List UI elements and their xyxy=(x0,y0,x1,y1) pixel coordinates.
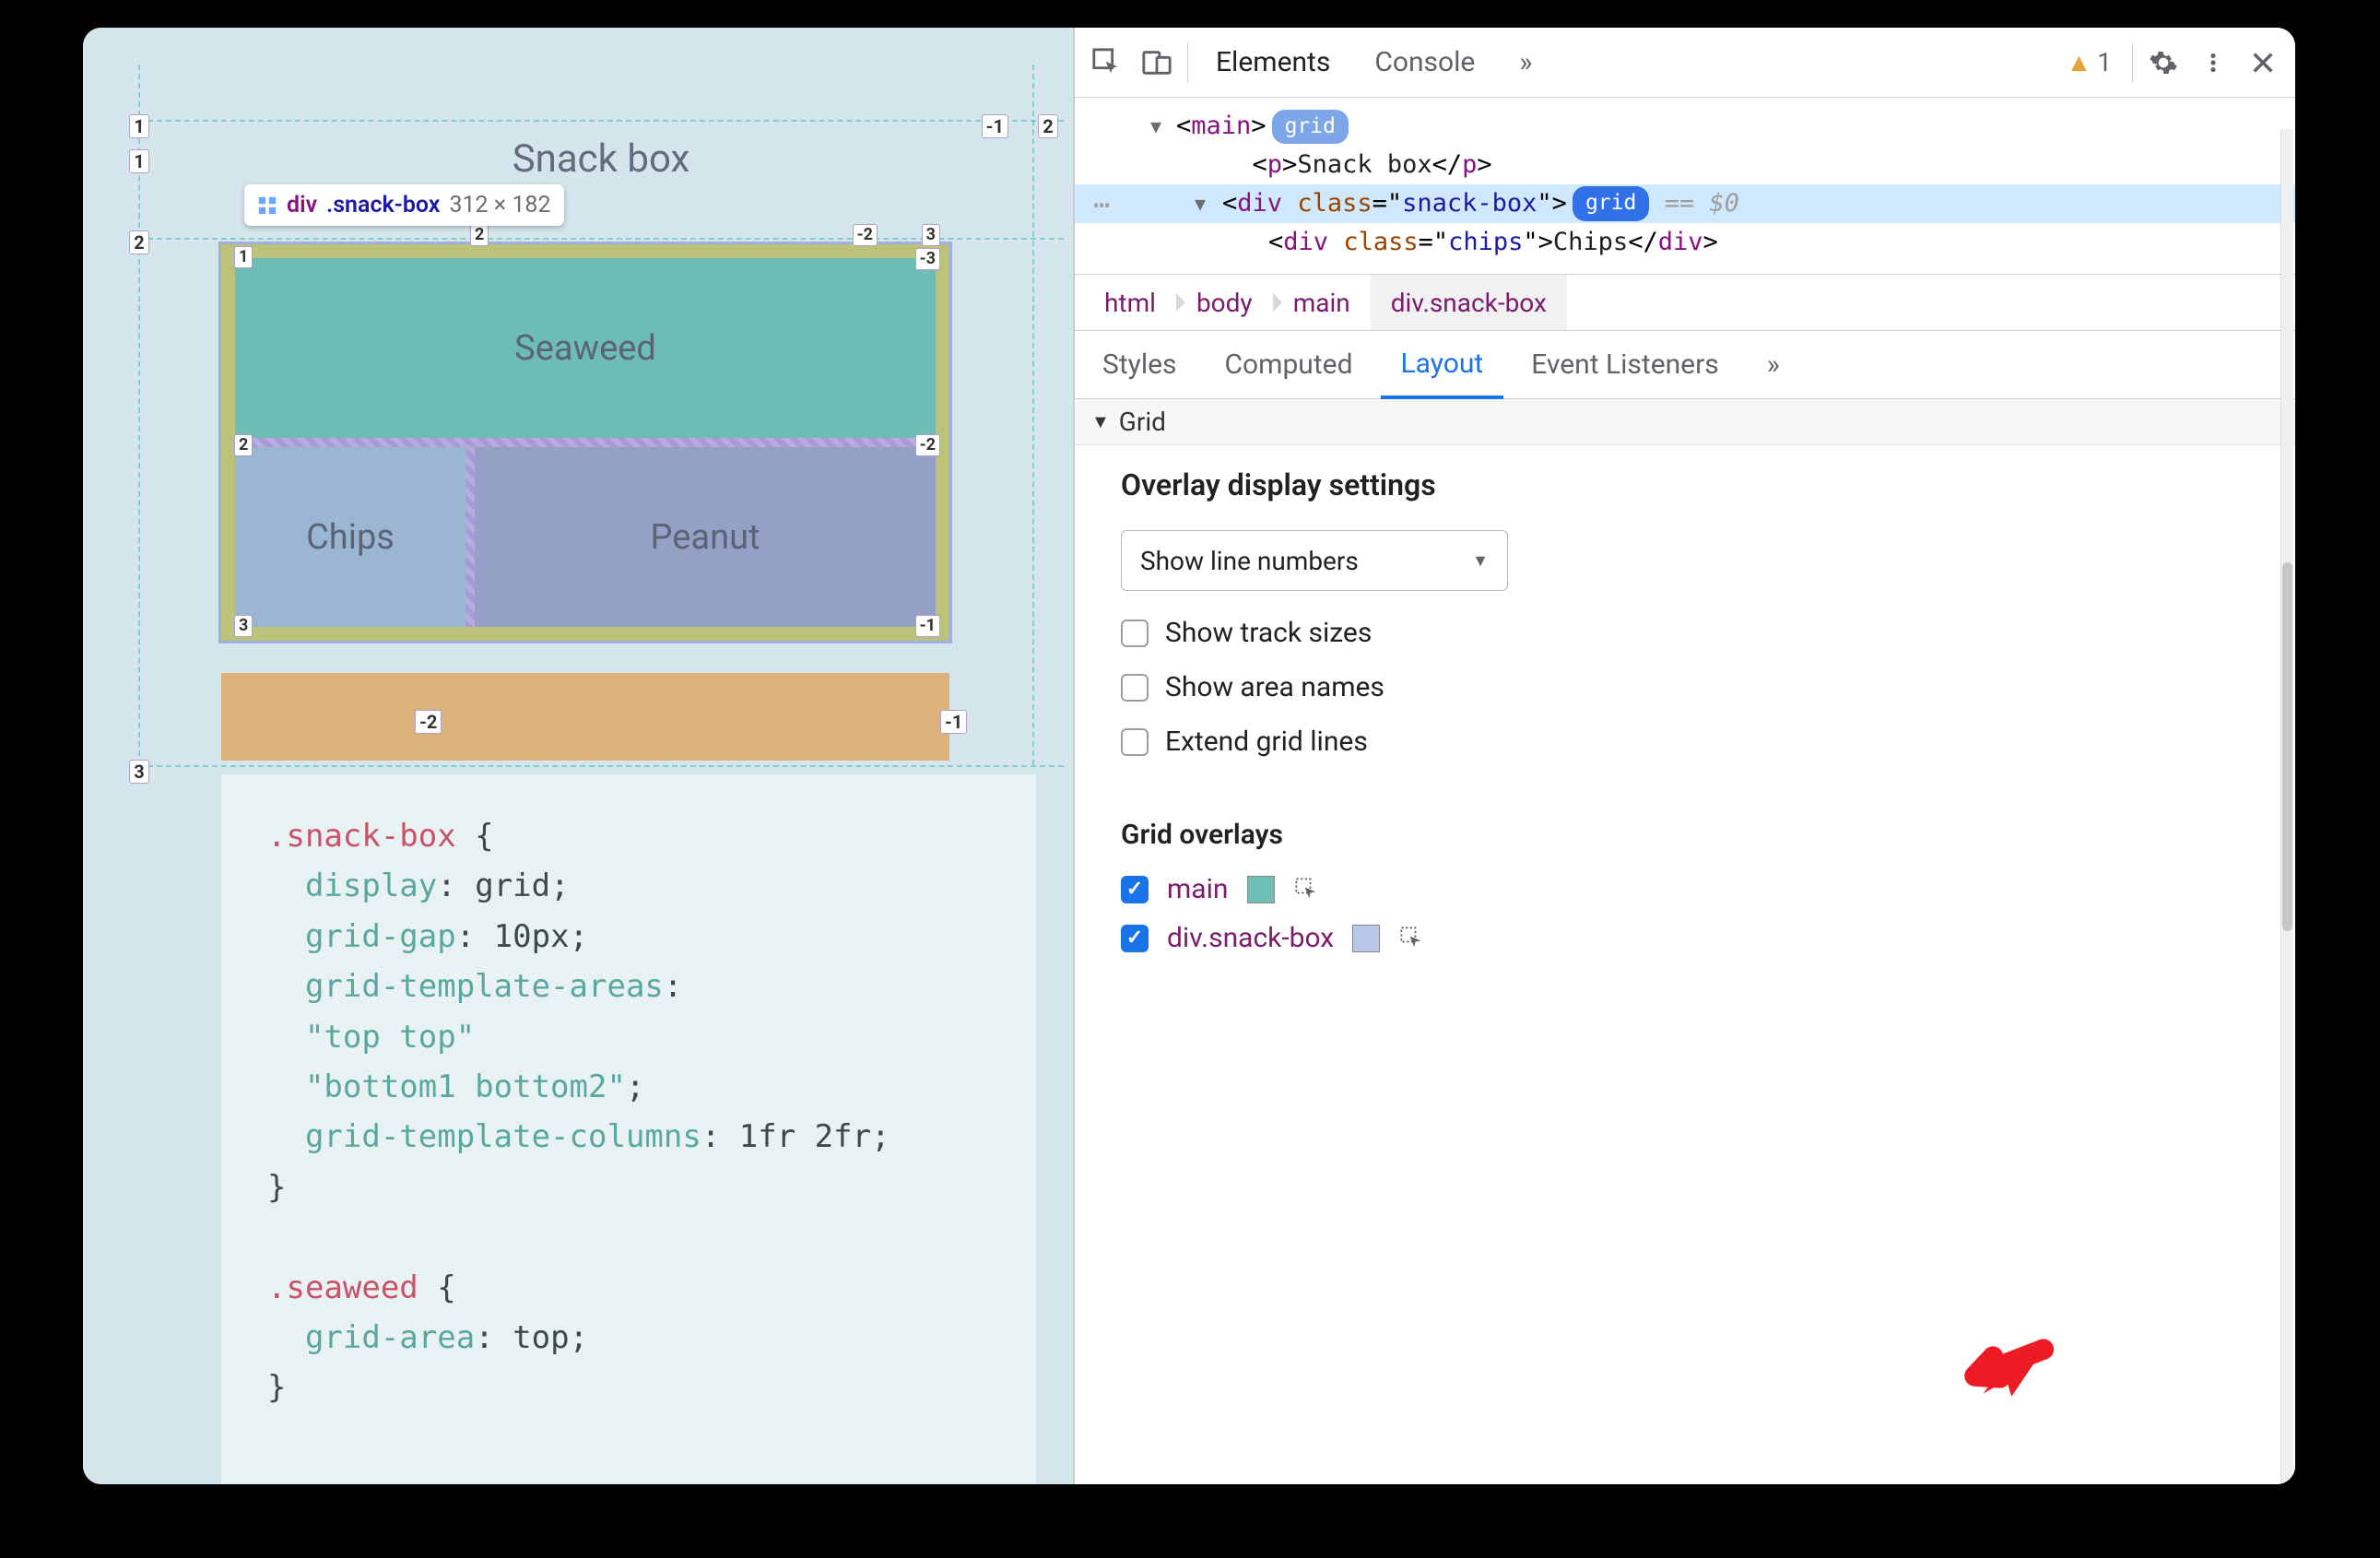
dom-tree[interactable]: ▼ <main>grid <p>Snack box</p> ⋯ ▼ <div c… xyxy=(1075,98,2295,274)
breadcrumb-item[interactable]: body xyxy=(1176,275,1273,330)
grid-line-number: -1 xyxy=(940,710,967,734)
grid-cell-seaweed: Seaweed xyxy=(235,258,936,438)
checkbox-track-sizes[interactable] xyxy=(1121,620,1149,647)
grid-cell-peanut: Peanut xyxy=(475,447,936,627)
grid-section-header[interactable]: ▼ Grid xyxy=(1075,399,2295,445)
chevron-down-icon: ▼ xyxy=(1091,410,1110,433)
grid-inner-number: -1 xyxy=(915,615,940,637)
snack-box-grid[interactable]: Seaweed Chips Peanut 1 2 -2 3 -3 2 -2 xyxy=(221,244,949,641)
grid-inner-number: 3 xyxy=(922,224,940,246)
tab-console[interactable]: Console xyxy=(1358,28,1491,97)
device-toolbar-icon[interactable] xyxy=(1137,43,1176,82)
overlay-name[interactable]: main xyxy=(1167,873,1229,905)
checkbox-overlay-snackbox[interactable]: ✓ xyxy=(1121,925,1149,952)
tab-elements[interactable]: Elements xyxy=(1199,28,1347,97)
grid-line-number: -2 xyxy=(415,710,442,734)
vertical-scrollbar[interactable] xyxy=(2280,129,2293,1484)
color-swatch[interactable] xyxy=(1247,876,1275,903)
checkbox-label: Extend grid lines xyxy=(1165,726,1368,758)
grid-line-number: 1 xyxy=(129,114,149,138)
grid-line-number: 2 xyxy=(1038,114,1058,138)
grid-gap-horizontal xyxy=(235,438,936,447)
color-swatch[interactable] xyxy=(1352,925,1380,952)
tab-more[interactable]: » xyxy=(1747,331,1800,398)
devtools-window: 1 -1 2 1 2 3 Snack box div.snack-box 312… xyxy=(83,28,2295,1484)
grid-inner-number: 3 xyxy=(234,615,253,637)
grid-inner-number: -2 xyxy=(915,434,940,456)
tooltip-class: .snack-box xyxy=(326,192,440,218)
kebab-menu-icon[interactable] xyxy=(2194,43,2233,82)
overlay-row-snackbox: ✓ div.snack-box xyxy=(1121,922,2249,954)
tab-computed[interactable]: Computed xyxy=(1205,331,1373,398)
dom-node-snack-box[interactable]: ⋯ ▼ <div class="snack-box">grid == $0 xyxy=(1075,184,2295,223)
element-tooltip: div .snack-box 312 × 182 xyxy=(244,184,564,226)
dom-node-main[interactable]: ▼ <main>grid xyxy=(1075,107,2295,146)
page-preview-pane: 1 -1 2 1 2 3 Snack box div .snack-box 312… xyxy=(83,28,1074,1484)
breadcrumb: html body main div.snack-box xyxy=(1075,274,2295,331)
devtools-toolbar: Elements Console » ▲ 1 xyxy=(1075,28,2295,98)
dom-node-chips[interactable]: <div class="chips">Chips</div> xyxy=(1075,223,2295,262)
grid-badge[interactable]: grid xyxy=(1272,110,1349,145)
highlight-element-icon[interactable] xyxy=(1398,925,1426,952)
overlay-row-main: ✓ main xyxy=(1121,873,2249,905)
checkbox-area-names[interactable] xyxy=(1121,674,1149,702)
grid-line-number: -1 xyxy=(982,114,1008,138)
scrollbar-thumb[interactable] xyxy=(2282,562,2292,931)
overlay-name[interactable]: div.snack-box xyxy=(1167,922,1334,954)
warning-icon: ▲ xyxy=(2067,47,2092,77)
line-numbers-select[interactable]: Show line numbers ▼ xyxy=(1121,530,1508,591)
tab-more[interactable]: » xyxy=(1502,28,1549,97)
tab-layout[interactable]: Layout xyxy=(1381,332,1504,399)
grid-inner-number: -3 xyxy=(915,248,940,270)
grid-inner-number: 2 xyxy=(234,434,253,456)
checkbox-label: Show area names xyxy=(1165,671,1384,703)
breadcrumb-item[interactable]: html xyxy=(1084,275,1176,330)
chevron-down-icon: ▼ xyxy=(1472,551,1489,571)
grid-icon xyxy=(257,195,277,216)
devtools-panel: Elements Console » ▲ 1 ▼ <main>grid xyxy=(1074,28,2295,1484)
inspect-element-icon[interactable] xyxy=(1088,43,1126,82)
grid-badge[interactable]: grid xyxy=(1573,186,1649,221)
close-icon[interactable] xyxy=(2244,43,2282,82)
highlight-element-icon[interactable] xyxy=(1293,876,1321,903)
grid-inner-number: 2 xyxy=(470,224,489,246)
styles-tabbar: Styles Computed Layout Event Listeners » xyxy=(1075,331,2295,399)
css-code-block: .snack-box { display: grid; grid-gap: 10… xyxy=(221,774,1036,1484)
warning-badge[interactable]: ▲ 1 xyxy=(2057,47,2121,77)
tab-styles[interactable]: Styles xyxy=(1082,331,1197,398)
breadcrumb-item[interactable]: div.snack-box xyxy=(1371,275,1567,330)
grid-gap-vertical xyxy=(465,447,475,627)
grid-overlays-title: Grid overlays xyxy=(1121,819,2249,851)
tooltip-tag: div xyxy=(287,192,317,218)
annotation-arrow-icon xyxy=(1949,1313,2061,1436)
checkbox-label: Show track sizes xyxy=(1165,617,1372,649)
dom-node-p[interactable]: <p>Snack box</p> xyxy=(1075,146,2295,184)
grid-cell-chips: Chips xyxy=(235,447,465,627)
below-grid-region xyxy=(221,673,949,761)
warning-count: 1 xyxy=(2097,47,2112,77)
checkbox-extend-lines[interactable] xyxy=(1121,728,1149,756)
grid-line-number: 3 xyxy=(129,760,149,784)
settings-icon[interactable] xyxy=(2144,43,2183,82)
checkbox-overlay-main[interactable]: ✓ xyxy=(1121,876,1149,903)
overlay-settings-title: Overlay display settings xyxy=(1121,467,2249,502)
grid-inner-number: -2 xyxy=(853,224,878,246)
layout-panel-body: ▼ Grid Overlay display settings Show lin… xyxy=(1075,399,2295,1484)
overflow-dots-icon[interactable]: ⋯ xyxy=(1093,184,1112,228)
tooltip-dims: 312 × 182 xyxy=(449,192,550,218)
breadcrumb-item[interactable]: main xyxy=(1273,275,1371,330)
tab-event-listeners[interactable]: Event Listeners xyxy=(1511,331,1739,398)
grid-inner-number: 1 xyxy=(234,246,253,268)
grid-line-number: 2 xyxy=(129,230,149,254)
page-heading: Snack box xyxy=(138,136,1064,182)
